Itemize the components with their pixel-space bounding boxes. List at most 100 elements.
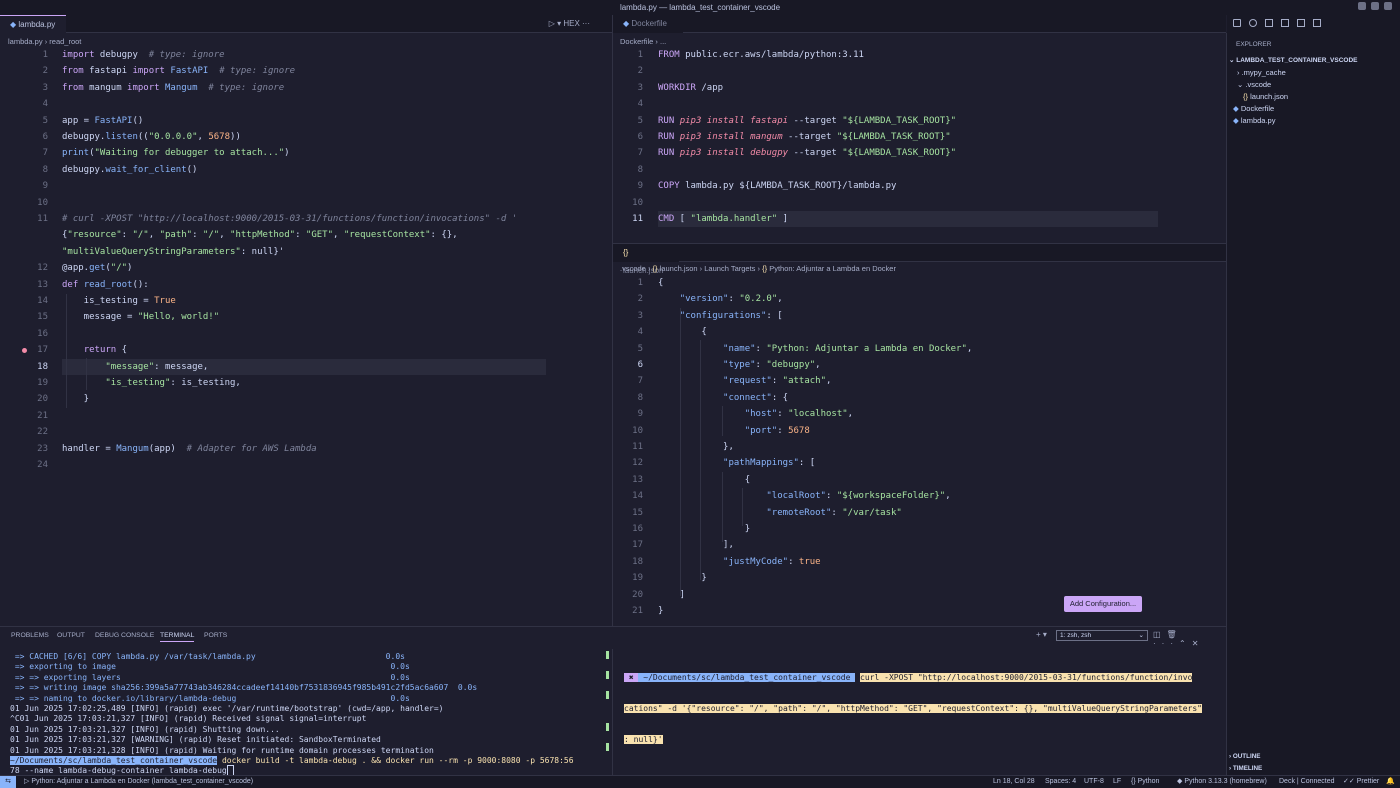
code-line[interactable]: 12 @app.get("/") <box>20 260 610 276</box>
code-line[interactable]: 2 from fastapi import FastAPI # type: ign… <box>20 63 610 79</box>
code-line[interactable]: 19 } <box>615 570 1215 586</box>
docker-icon[interactable] <box>1313 19 1321 27</box>
code-line[interactable]: {"resource": "/", "path": "/", "httpMeth… <box>20 227 610 243</box>
code-line[interactable]: 24 <box>20 457 610 473</box>
code-line[interactable]: 17 return { <box>20 342 610 358</box>
code-line[interactable]: "multiValueQueryStringParameters": null}… <box>20 244 610 260</box>
code-line[interactable]: 6 RUN pip3 install mangum --target "${LAM… <box>615 129 1215 145</box>
code-line[interactable]: 21 <box>20 408 610 424</box>
deck-status[interactable]: Deck | Connected <box>1279 776 1335 788</box>
code-line[interactable]: 4 <box>20 96 610 112</box>
code-line[interactable]: 10 "port": 5678 <box>615 423 1215 439</box>
language-mode[interactable]: {} Python <box>1131 776 1159 788</box>
extensions-icon[interactable] <box>1297 19 1305 27</box>
code-line[interactable]: 9 COPY lambda.py ${LAMBDA_TASK_ROOT}/lamb… <box>615 178 1215 194</box>
terminal-left-prompt[interactable]: ~/Documents/sc/lambda_test_container_vsc… <box>10 756 610 766</box>
workspace-root[interactable]: ⌄ LAMBDA_TEST_CONTAINER_VSCODE <box>1229 56 1358 64</box>
code-line[interactable]: 11 }, <box>615 439 1215 455</box>
terminal-left[interactable]: => CACHED [6/6] COPY lambda.py /var/task… <box>10 652 604 756</box>
code-line[interactable]: 23 handler = Mangum(app) # Adapter for AW… <box>20 441 610 457</box>
encoding[interactable]: UTF-8 <box>1084 776 1104 788</box>
code-line[interactable]: 7 print("Waiting for debugger to attach..… <box>20 145 610 161</box>
tab-launch-json[interactable]: {} launch.json <box>613 244 679 275</box>
remote-icon[interactable]: ⇆ <box>0 776 16 788</box>
code-line[interactable]: 18 "justMyCode": true <box>615 554 1215 570</box>
tab-lambda-py[interactable]: ◆ lambda.py <box>0 15 66 33</box>
code-line[interactable]: 19 "is_testing": is_testing, <box>20 375 610 391</box>
code-line[interactable]: 1 FROM public.ecr.aws/lambda/python:3.11 <box>615 47 1215 63</box>
code-line[interactable]: 9 "host": "localhost", <box>615 406 1215 422</box>
tree-item-dockerfile[interactable]: ◆ Dockerfile <box>1233 104 1274 113</box>
layout-icon[interactable] <box>1384 2 1392 10</box>
tree-item-lambda-py[interactable]: ◆ lambda.py <box>1233 116 1275 125</box>
tree-item-vscode[interactable]: ⌄ .vscode <box>1237 80 1271 89</box>
code-line[interactable]: 2 <box>615 63 1215 79</box>
code-line[interactable]: 16 } <box>615 521 1215 537</box>
code-line[interactable]: 5 RUN pip3 install fastapi --target "${LA… <box>615 113 1215 129</box>
python-interpreter[interactable]: ◆ Python 3.13.3 (homebrew) <box>1177 776 1267 788</box>
code-line[interactable]: 12 "pathMappings": [ <box>615 455 1215 471</box>
tab-output[interactable]: OUTPUT <box>57 632 85 639</box>
tree-item-launch-json[interactable]: {} launch.json <box>1243 92 1288 101</box>
code-line[interactable]: 16 <box>20 326 610 342</box>
panel-actions[interactable]: ◫🗑···⌃✕ <box>1153 630 1226 648</box>
new-terminal-button[interactable]: + ▾ <box>1036 630 1047 639</box>
code-line[interactable]: 11 # curl -XPOST "http://localhost:9000/2… <box>20 211 610 227</box>
cursor-position[interactable]: Ln 18, Col 28 <box>993 776 1035 788</box>
notifications-icon[interactable]: 🔔 <box>1386 776 1395 788</box>
prettier-status[interactable]: ✓✓ Prettier <box>1343 776 1379 788</box>
code-line[interactable]: 5 app = FastAPI() <box>20 113 610 129</box>
code-line[interactable]: 7 "request": "attach", <box>615 373 1215 389</box>
code-line[interactable]: 7 RUN pip3 install debugpy --target "${LA… <box>615 145 1215 161</box>
code-line[interactable]: 2 "version": "0.2.0", <box>615 291 1215 307</box>
code-line[interactable]: 13 def read_root(): <box>20 277 610 293</box>
debug-status[interactable]: ▷ Python: Adjuntar a Lambda en Docker (l… <box>24 776 253 788</box>
outline-section[interactable]: › OUTLINE <box>1229 753 1261 760</box>
account-icon[interactable] <box>1358 2 1366 10</box>
add-configuration-button[interactable]: Add Configuration... <box>1064 596 1142 612</box>
code-line[interactable]: 8 "connect": { <box>615 390 1215 406</box>
code-line[interactable]: 15 message = "Hello, world!" <box>20 309 610 325</box>
code-line[interactable]: 10 <box>615 195 1215 211</box>
line-ending[interactable]: LF <box>1113 776 1121 788</box>
debug-icon[interactable] <box>1281 19 1289 27</box>
code-line[interactable]: 11 CMD [ "lambda.handler" ] <box>615 211 1215 227</box>
code-line[interactable]: 3 "configurations": [ <box>615 308 1215 324</box>
tab-debug-console[interactable]: DEBUG CONSOLE <box>95 632 154 639</box>
tab-problems[interactable]: PROBLEMS <box>11 632 49 639</box>
terminal-select[interactable]: 1: zsh, zsh ⌄ <box>1056 630 1148 641</box>
code-line[interactable]: 14 is_testing = True <box>20 293 610 309</box>
code-line[interactable]: 1{ <box>615 275 1215 291</box>
code-line[interactable]: 18 "message": message, <box>20 359 610 375</box>
tree-item-mypy-cache[interactable]: › .mypy_cache <box>1237 68 1286 77</box>
indentation[interactable]: Spaces: 4 <box>1045 776 1076 788</box>
tab-terminal[interactable]: TERMINAL <box>160 632 195 642</box>
tab-ports[interactable]: PORTS <box>204 632 227 639</box>
dockerfile-editor[interactable]: 1 FROM public.ecr.aws/lambda/python:3.11 2… <box>615 47 1215 237</box>
code-line[interactable]: 5 "name": "Python: Adjuntar a Lambda en … <box>615 341 1215 357</box>
breadcrumb-file[interactable]: lambda.py <box>8 37 43 46</box>
code-line[interactable]: 6 debugpy.listen(("0.0.0.0", 5678)) <box>20 129 610 145</box>
code-line[interactable]: 20 } <box>20 391 610 407</box>
code-line[interactable]: 6 "type": "debugpy", <box>615 357 1215 373</box>
code-line[interactable]: 3 from mangum import Mangum # type: ignor… <box>20 80 610 96</box>
source-control-icon[interactable] <box>1265 19 1273 27</box>
code-line[interactable]: 15 "remoteRoot": "/var/task" <box>615 505 1215 521</box>
code-line[interactable]: 17 ], <box>615 537 1215 553</box>
launch-json-editor[interactable]: 1{2 "version": "0.2.0", 3 "configurations… <box>615 275 1215 625</box>
code-line[interactable]: 10 <box>20 195 610 211</box>
code-line[interactable]: 4 { <box>615 324 1215 340</box>
code-line[interactable]: 13 { <box>615 472 1215 488</box>
breadcrumb-symbol[interactable]: read_root <box>49 37 81 46</box>
code-line[interactable]: 1 import debugpy # type: ignore <box>20 47 610 63</box>
terminal-right[interactable]: ✖ ~/Documents/sc/lambda_test_container_v… <box>624 652 1216 766</box>
explorer-icon[interactable] <box>1233 19 1241 27</box>
timeline-section[interactable]: › TIMELINE <box>1229 765 1262 772</box>
code-line[interactable]: 8 <box>615 162 1215 178</box>
run-python-button[interactable]: ▷ ▾ HEX ··· <box>549 19 590 28</box>
search-icon[interactable] <box>1249 19 1257 27</box>
code-line[interactable]: 4 <box>615 96 1215 112</box>
code-line[interactable]: 3 WORKDIR /app <box>615 80 1215 96</box>
code-line[interactable]: 22 <box>20 424 610 440</box>
code-line[interactable]: 8 debugpy.wait_for_client() <box>20 162 610 178</box>
